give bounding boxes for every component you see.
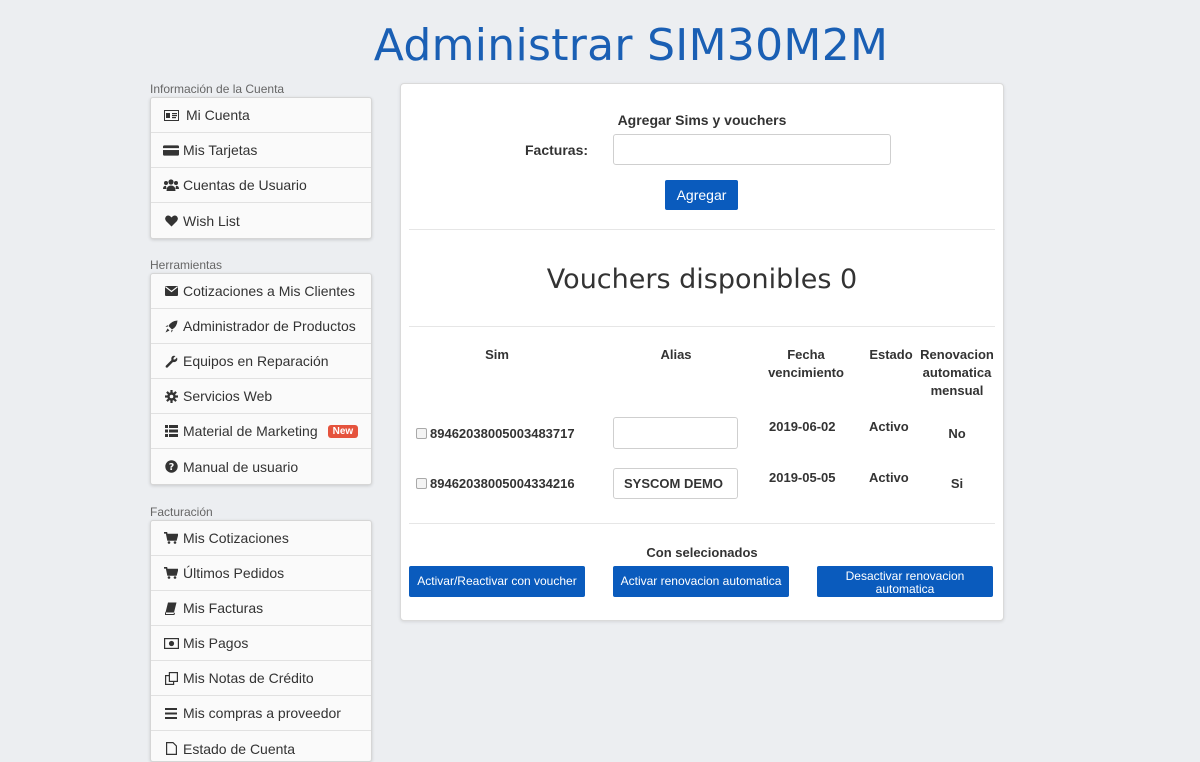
add-section-title: Agregar Sims y vouchers <box>617 112 787 128</box>
alias-input[interactable] <box>613 417 738 449</box>
activate-voucher-button[interactable]: Activar/Reactivar con voucher <box>409 566 585 597</box>
question-circle-icon: ? <box>163 460 179 474</box>
envelope-icon <box>163 284 179 298</box>
sidebar-item-label: Manual de usuario <box>183 458 299 475</box>
sidebar-billing-box: Mis Cotizaciones Últimos Pedidos Mis Fac… <box>150 520 372 762</box>
sim-admin-card: Agregar Sims y vouchers Facturas: Agrega… <box>400 83 1004 621</box>
sidebar-item-label: Mis Cotizaciones <box>183 530 289 546</box>
new-badge: New <box>327 424 359 438</box>
sidebar-item-label: Administrador de Productos <box>183 318 356 334</box>
copy-icon <box>163 671 179 685</box>
row-checkbox[interactable] <box>416 478 427 489</box>
sidebar-item-label: Mi Cuenta <box>186 107 250 123</box>
renovacion-value: Si <box>950 476 964 491</box>
sidebar-item-label: Mis Pagos <box>183 635 249 651</box>
sidebar-item-label: Mis Notas de Crédito <box>183 670 314 686</box>
facturas-input[interactable] <box>613 134 891 165</box>
sidebar-item-label: Mis Tarjetas <box>183 142 258 158</box>
sidebar-item-label: Material de Marketing <box>183 423 318 439</box>
sidebar-item-mis-pagos[interactable]: Mis Pagos <box>151 626 371 661</box>
money-icon <box>163 636 179 650</box>
sidebar-item-label: Mis Facturas <box>183 600 264 616</box>
sidebar-item-manual-usuario[interactable]: ? Manual de usuario <box>151 449 371 484</box>
sim-number: 89462038005003483717 <box>430 426 575 441</box>
sidebar-item-compras-proveedor[interactable]: Mis compras a proveedor <box>151 696 371 731</box>
sidebar-item-ultimos-pedidos[interactable]: Últimos Pedidos <box>151 556 371 591</box>
facturas-label: Facturas: <box>525 142 589 158</box>
users-icon <box>163 178 179 192</box>
sidebar-tools-box: Cotizaciones a Mis Clientes Administrado… <box>150 273 372 485</box>
sidebar-account-box: Mi Cuenta Mis Tarjetas Cuentas de Usuari… <box>150 97 372 239</box>
credit-card-icon <box>163 143 179 157</box>
activate-renewal-button[interactable]: Activar renovacion automatica <box>613 566 789 597</box>
sidebar-item-equipos-reparacion[interactable]: Equipos en Reparación <box>151 344 371 379</box>
cart-icon <box>163 566 179 580</box>
sidebar-item-label: Equipos en Reparación <box>183 353 329 369</box>
list-icon <box>163 424 179 438</box>
sidebar-item-label: Estado de Cuenta <box>183 740 296 757</box>
table-header-fecha: Fecha vencimiento <box>768 347 844 380</box>
sidebar-item-mis-tarjetas[interactable]: Mis Tarjetas <box>151 133 371 168</box>
svg-text:?: ? <box>168 462 174 473</box>
sidebar-item-admin-productos[interactable]: Administrador de Productos <box>151 309 371 344</box>
divider <box>409 523 995 524</box>
deactivate-renewal-button[interactable]: Desactivar renovacion automatica <box>817 566 993 597</box>
rocket-icon <box>163 319 179 333</box>
table-header-alias: Alias <box>660 347 692 362</box>
page-title: Administrar SIM30M2M <box>373 20 889 71</box>
id-card-icon <box>163 108 179 122</box>
vouchers-heading: Vouchers disponibles 0 <box>546 264 858 295</box>
sidebar-item-mis-facturas[interactable]: Mis Facturas <box>151 591 371 626</box>
table-header-sim: Sim <box>485 347 509 362</box>
sidebar-item-label: Mis compras a proveedor <box>183 705 341 721</box>
sidebar-item-label: Cuentas de Usuario <box>183 177 307 193</box>
estado-value: Activo <box>869 419 909 434</box>
sidebar-item-label: Cotizaciones a Mis Clientes <box>183 283 355 299</box>
divider <box>409 326 995 327</box>
sidebar-section-label: Herramientas <box>150 258 223 272</box>
sidebar-section-label: Facturación <box>150 505 213 519</box>
estado-value: Activo <box>869 470 909 485</box>
sidebar-item-wish-list[interactable]: Wish List <box>151 203 371 238</box>
sidebar-item-mi-cuenta[interactable]: Mi Cuenta <box>151 98 371 133</box>
sidebar-item-label: Wish List <box>183 212 240 229</box>
sim-number: 89462038005004334216 <box>430 476 575 491</box>
book-icon <box>163 601 179 615</box>
renovacion-value: No <box>948 426 966 441</box>
wrench-icon <box>163 354 179 368</box>
alias-input[interactable] <box>613 468 738 499</box>
fecha-vencimiento: 2019-05-05 <box>769 470 836 485</box>
heart-icon <box>163 214 179 228</box>
bars-icon <box>163 706 179 720</box>
document-icon <box>163 742 179 756</box>
sidebar-item-label: Servicios Web <box>183 388 273 404</box>
gear-icon <box>163 389 179 403</box>
sidebar-item-notas-credito[interactable]: Mis Notas de Crédito <box>151 661 371 696</box>
agregar-button[interactable]: Agregar <box>665 180 738 210</box>
sidebar-item-servicios-web[interactable]: Servicios Web <box>151 379 371 414</box>
sidebar-item-mis-cotizaciones[interactable]: Mis Cotizaciones <box>151 521 371 556</box>
row-checkbox[interactable] <box>416 428 427 439</box>
sidebar-item-cuentas-usuario[interactable]: Cuentas de Usuario <box>151 168 371 203</box>
sidebar-section-label: Información de la Cuenta <box>150 82 285 96</box>
sidebar-item-label: Últimos Pedidos <box>183 565 285 581</box>
bulk-label: Con selecionados <box>646 545 758 560</box>
divider <box>409 229 995 230</box>
fecha-vencimiento: 2019-06-02 <box>769 419 836 434</box>
sidebar-item-estado-cuenta[interactable]: Estado de Cuenta <box>151 731 371 761</box>
table-header-estado: Estado <box>869 347 913 362</box>
sidebar-item-material-marketing[interactable]: Material de Marketing New <box>151 414 371 449</box>
table-header-renovacion: Renovacion automatica mensual <box>920 347 994 398</box>
sidebar-item-cotizaciones-clientes[interactable]: Cotizaciones a Mis Clientes <box>151 274 371 309</box>
cart-icon <box>163 531 179 545</box>
